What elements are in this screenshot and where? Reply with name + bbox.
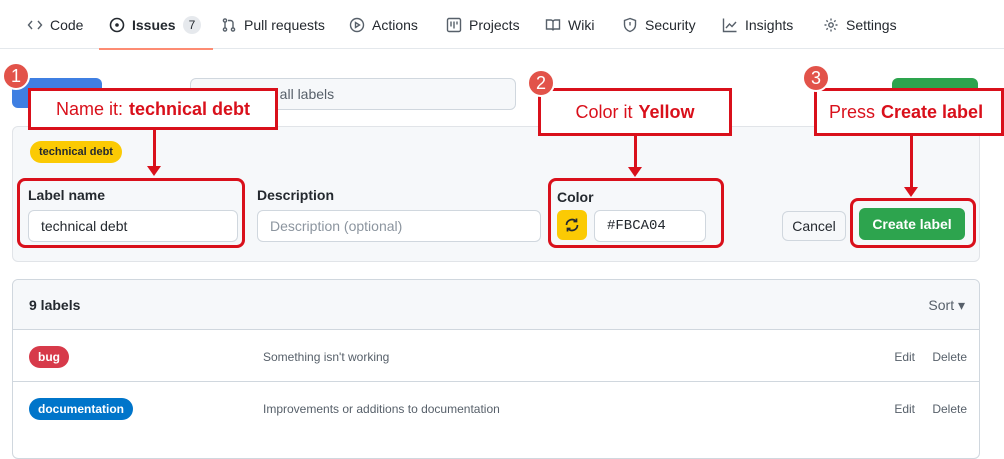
cancel-button[interactable]: Cancel <box>782 211 846 241</box>
callout-step3: Press Create label <box>814 88 1004 136</box>
tab-wiki-label: Wiki <box>568 16 595 33</box>
tab-projects-label: Projects <box>469 16 520 33</box>
label-row: bug Something isn't working Edit Delete <box>13 330 979 382</box>
tab-security-label: Security <box>645 16 696 33</box>
step-2-badge: 2 <box>527 69 555 97</box>
label-pill-documentation[interactable]: documentation <box>29 398 133 420</box>
label-description: Something isn't working <box>263 350 390 364</box>
code-icon <box>27 20 43 29</box>
label-description: Improvements or additions to documentati… <box>263 402 500 416</box>
step-1-badge: 1 <box>2 62 30 90</box>
git-pull-request-icon <box>222 17 236 32</box>
arrow-step2 <box>628 136 642 177</box>
tab-settings[interactable]: Settings <box>823 0 897 49</box>
callout-step1: Name it: technical debt <box>28 88 278 130</box>
book-icon <box>545 18 561 31</box>
callout-step3-prefix: Press <box>829 101 876 122</box>
edit-label-button[interactable]: Edit <box>894 402 915 416</box>
callout-step1-prefix: Name it: <box>55 98 123 119</box>
tab-pull-requests-label: Pull requests <box>244 16 325 33</box>
labels-list-header: 9 labels Sort ▾ <box>13 280 979 330</box>
callout-step2-emphasis: Yellow <box>638 101 695 122</box>
arrow-step1 <box>147 128 161 176</box>
tab-projects[interactable]: Projects <box>446 0 520 49</box>
arrow-step3 <box>904 136 918 197</box>
repo-nav: Code Issues 7 Pull requests Actions Proj… <box>0 0 1004 50</box>
highlight-color <box>548 178 724 248</box>
labels-count: 9 labels <box>29 297 81 313</box>
highlight-label-name <box>17 178 245 248</box>
tab-actions-label: Actions <box>372 16 418 33</box>
description-heading: Description <box>257 187 335 203</box>
callout-step1-emphasis: technical debt <box>129 98 251 119</box>
delete-label-button[interactable]: Delete <box>932 350 967 364</box>
description-input[interactable]: Description (optional) <box>257 210 541 242</box>
label-row: documentation Improvements or additions … <box>13 382 979 434</box>
sort-dropdown[interactable]: Sort ▾ <box>928 297 965 314</box>
tab-issues-label: Issues <box>132 16 176 33</box>
tab-code-label: Code <box>50 16 84 33</box>
issue-opened-icon <box>109 17 125 32</box>
label-preview: technical debt <box>30 141 122 163</box>
tab-pull-requests[interactable]: Pull requests <box>221 0 325 49</box>
graph-icon <box>722 18 737 32</box>
description-placeholder: Description (optional) <box>270 218 403 234</box>
step-3-badge: 3 <box>802 64 830 92</box>
gear-icon <box>824 18 838 31</box>
tab-settings-label: Settings <box>846 16 897 33</box>
tab-actions[interactable]: Actions <box>349 0 418 49</box>
tab-insights[interactable]: Insights <box>722 0 793 49</box>
callout-step3-emphasis: Create label <box>881 101 984 122</box>
delete-label-button[interactable]: Delete <box>932 402 967 416</box>
play-icon <box>349 17 365 32</box>
tab-code[interactable]: Code <box>27 0 83 49</box>
tab-wiki[interactable]: Wiki <box>545 0 594 49</box>
highlight-create-label <box>850 198 976 248</box>
project-icon <box>446 17 462 32</box>
label-pill-bug[interactable]: bug <box>29 346 69 368</box>
callout-step2: Color it Yellow <box>538 88 732 136</box>
tab-issues[interactable]: Issues 7 <box>98 0 214 50</box>
tab-insights-label: Insights <box>745 16 794 33</box>
shield-icon <box>623 17 637 32</box>
callout-step2-prefix: Color it <box>575 101 633 122</box>
issues-count-badge: 7 <box>182 15 202 34</box>
tab-security[interactable]: Security <box>622 0 696 49</box>
edit-label-button[interactable]: Edit <box>894 350 915 364</box>
labels-list: 9 labels Sort ▾ bug Something isn't work… <box>12 279 980 459</box>
